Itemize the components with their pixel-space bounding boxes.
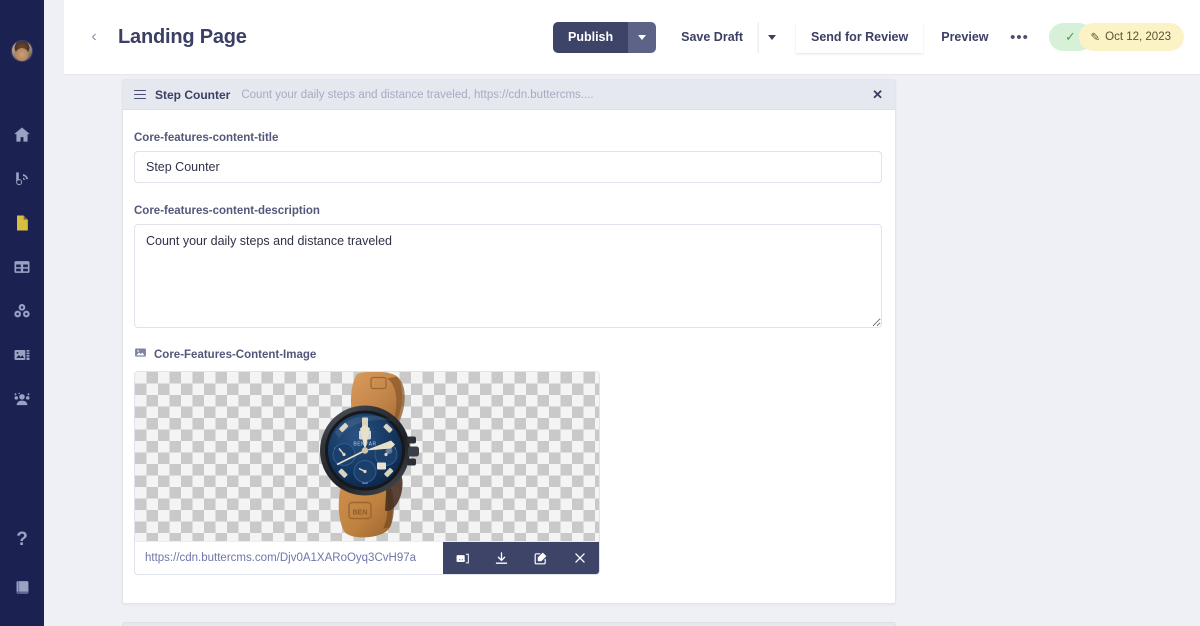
header-actions: Publish Save Draft Send for Review Previ… <box>552 21 1184 53</box>
component-panel-step-counter: Step Counter Count your daily steps and … <box>122 79 896 604</box>
status-badge-date[interactable]: ✎ Oct 12, 2023 <box>1078 23 1184 51</box>
panel-body: Core-features-content-title Core-feature… <box>123 110 895 603</box>
app-root: ? ‹ Landing Page Publish Save Draft Send… <box>0 0 1200 626</box>
publish-dropdown-button[interactable] <box>628 21 657 53</box>
pencil-icon: ✎ <box>1090 32 1101 44</box>
table-icon <box>12 257 32 277</box>
preview-button[interactable]: Preview <box>933 22 996 53</box>
media-icon <box>12 345 32 365</box>
sidebar-bottom-nav: ? <box>0 528 44 598</box>
chevron-down-icon <box>768 34 777 40</box>
title-field-label: Core-features-content-title <box>134 132 279 144</box>
book-icon <box>13 578 32 597</box>
title-input[interactable] <box>134 151 882 183</box>
drag-handle-icon[interactable] <box>134 89 146 100</box>
page-icon <box>12 213 32 233</box>
panel-subtitle: Count your daily steps and distance trav… <box>241 88 594 101</box>
check-icon: ✓ <box>1065 29 1076 44</box>
sidebar-item-help[interactable]: ? <box>11 528 33 550</box>
image-preview-canvas[interactable]: BEN <box>135 372 599 541</box>
sidebar-item-home[interactable] <box>11 124 33 146</box>
image-widget: BEN https://cdn.buttercms.com/Djv0A1XARo… <box>134 371 600 575</box>
content-area: Step Counter Count your daily steps and … <box>64 75 1200 626</box>
chevron-left-icon: ‹ <box>91 28 97 45</box>
download-icon <box>494 551 509 566</box>
sidebar-nav-list <box>11 124 33 410</box>
send-for-review-button[interactable]: Send for Review <box>795 21 924 53</box>
save-draft-dropdown-button[interactable] <box>757 21 786 53</box>
images-stack-icon <box>455 551 470 566</box>
panel-header[interactable]: Step Counter Count your daily steps and … <box>123 80 895 110</box>
main-region: ‹ Landing Page Publish Save Draft Send f… <box>44 0 1200 626</box>
pencil-square-icon <box>533 551 548 566</box>
publish-button[interactable]: Publish <box>552 21 629 53</box>
status-cluster: ✓ ✎ Oct 12, 2023 <box>1048 23 1184 51</box>
next-component-panel[interactable] <box>122 622 896 626</box>
more-options-button[interactable]: ••• <box>1007 22 1033 53</box>
components-icon <box>12 301 32 321</box>
sidebar-item-team[interactable] <box>11 388 33 410</box>
page-title: Landing Page <box>118 25 247 48</box>
save-draft-button-group: Save Draft <box>666 21 786 53</box>
avatar[interactable] <box>11 40 33 62</box>
home-icon <box>12 125 32 145</box>
team-icon <box>12 389 32 409</box>
close-icon <box>573 551 587 565</box>
sidebar-item-collections[interactable] <box>11 256 33 278</box>
back-button[interactable]: ‹ <box>84 27 104 47</box>
description-field-label: Core-features-content-description <box>134 205 320 217</box>
ellipsis-icon: ••• <box>1010 28 1029 46</box>
image-field-label-row: Core-Features-Content-Image <box>134 346 881 364</box>
image-toolbar <box>443 542 599 574</box>
remove-image-button[interactable] <box>560 542 599 575</box>
image-url-text[interactable]: https://cdn.buttercms.com/Djv0A1XARoOyq3… <box>135 542 443 574</box>
sidebar-item-blog[interactable] <box>11 168 33 190</box>
replace-image-button[interactable] <box>443 542 482 575</box>
description-textarea[interactable]: Count your daily steps and distance trav… <box>134 224 882 328</box>
product-image: BEN <box>287 372 447 541</box>
download-image-button[interactable] <box>482 542 521 575</box>
save-draft-button[interactable]: Save Draft <box>666 21 758 53</box>
picture-icon <box>134 346 147 364</box>
app-sidebar: ? <box>0 0 44 626</box>
panel-close-button[interactable]: ✕ <box>862 87 883 103</box>
question-mark-icon: ? <box>16 528 28 550</box>
sidebar-item-components[interactable] <box>11 300 33 322</box>
edit-image-button[interactable] <box>521 542 560 575</box>
page-header: ‹ Landing Page Publish Save Draft Send f… <box>64 0 1200 75</box>
sidebar-item-pages[interactable] <box>11 212 33 234</box>
sidebar-item-docs[interactable] <box>11 576 33 598</box>
panel-title: Step Counter <box>155 87 231 102</box>
blog-icon <box>12 169 32 189</box>
image-field-label: Core-Features-Content-Image <box>154 349 317 361</box>
image-footer: https://cdn.buttercms.com/Djv0A1XARoOyq3… <box>135 541 599 574</box>
sidebar-item-media[interactable] <box>11 344 33 366</box>
publish-button-group: Publish <box>552 21 657 53</box>
status-date-label: Oct 12, 2023 <box>1105 31 1171 43</box>
chevron-down-icon <box>638 34 647 40</box>
svg-text:BEN: BEN <box>353 509 368 516</box>
